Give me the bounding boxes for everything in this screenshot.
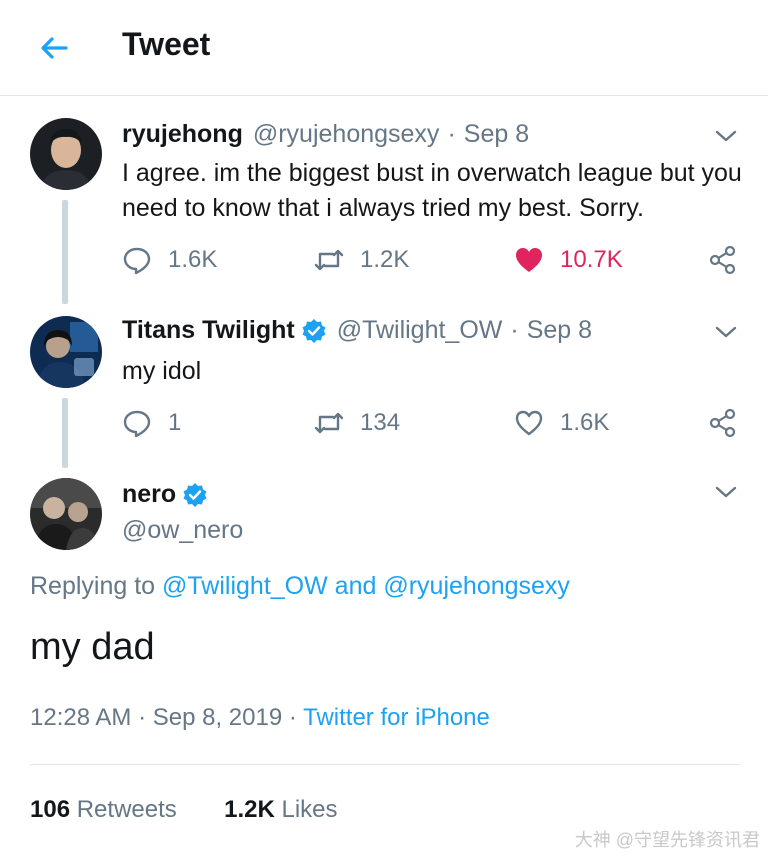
separator-dot: · (288, 704, 304, 731)
like-count: 10.7K (560, 246, 623, 273)
reply-button[interactable]: 1.6K (122, 245, 217, 275)
tweet-text: I agree. im the biggest bust in overwatc… (122, 159, 742, 222)
tweet-header: ryujehong @ryujehongsexy · Sep 8 (122, 120, 529, 149)
heart-filled-icon (516, 248, 542, 272)
reply-icon (123, 247, 151, 275)
mention-link[interactable]: @Twilight_OW (162, 572, 328, 600)
display-name[interactable]: nero (122, 480, 176, 509)
mention-link[interactable]: @ryujehongsexy (383, 572, 570, 600)
user-handle[interactable]: @ryujehongsexy (253, 120, 440, 149)
tweet-actions: 1 134 1.6K (122, 408, 742, 442)
tweet-text: my idol (122, 357, 202, 385)
tweet-time[interactable]: 12:28 AM (30, 704, 131, 731)
reply-count: 1 (168, 409, 182, 436)
heart-outline-icon (515, 410, 543, 436)
thread-line (62, 398, 68, 468)
tweet-meta: 12:28 AM · Sep 8, 2019 · Twitter for iPh… (30, 704, 490, 732)
top-bar: Tweet (0, 0, 768, 96)
divider (30, 764, 740, 765)
retweet-button[interactable]: 134 (314, 408, 400, 438)
retweet-count: 134 (360, 409, 401, 436)
tweet-header: nero (122, 480, 218, 509)
user-handle[interactable]: @Twilight_OW (337, 316, 503, 345)
reply-button[interactable]: 1 (122, 408, 181, 438)
replying-and[interactable]: and (335, 572, 377, 600)
likes-stat[interactable]: 1.2K Likes (224, 796, 337, 823)
retweet-button[interactable]: 1.2K (314, 245, 409, 275)
reply-count: 1.6K (168, 246, 218, 273)
display-name[interactable]: Titans Twilight (122, 316, 295, 345)
like-button[interactable]: 10.7K (514, 245, 623, 275)
watermark: 大神 @守望先锋资讯君 (574, 830, 760, 850)
tweet-actions: 1.6K 1.2K 10.7K (122, 245, 742, 279)
avatar[interactable] (30, 118, 102, 190)
tweet-stats: 106 Retweets 1.2K Likes (30, 796, 338, 824)
avatar[interactable] (30, 316, 102, 388)
share-icon (709, 245, 736, 275)
replying-prefix: Replying to (30, 572, 156, 600)
like-count: 1.6K (560, 409, 610, 436)
separator-dot: · (138, 704, 153, 731)
retweet-icon (314, 249, 344, 271)
tweet-source[interactable]: Twitter for iPhone (303, 704, 490, 731)
retweet-count: 1.2K (360, 246, 410, 273)
share-button[interactable] (708, 408, 754, 438)
verified-badge-icon (302, 318, 326, 343)
tweet-header: Titans Twilight @Twilight_OW · Sep 8 (122, 316, 592, 345)
user-handle[interactable]: @ow_nero (122, 516, 243, 545)
separator-dot: · (510, 316, 519, 344)
chevron-down-icon[interactable] (714, 324, 738, 340)
back-arrow-icon[interactable] (36, 30, 72, 66)
avatar[interactable] (30, 478, 102, 550)
tweet-date[interactable]: Sep 8 (464, 120, 529, 149)
tweet-full-date[interactable]: Sep 8, 2019 (153, 704, 282, 731)
display-name[interactable]: ryujehong (122, 120, 243, 149)
tweet-text: my dad (30, 626, 155, 668)
page-title: Tweet (122, 26, 211, 62)
replying-to: Replying to @Twilight_OW and @ryujehongs… (30, 572, 570, 601)
thread-line (62, 200, 68, 304)
retweets-stat[interactable]: 106 Retweets (30, 796, 177, 823)
share-button[interactable] (708, 245, 754, 275)
chevron-down-icon[interactable] (714, 484, 738, 500)
retweet-icon (314, 412, 344, 434)
verified-badge-icon (183, 482, 207, 507)
separator-dot: · (447, 120, 456, 148)
reply-icon (123, 410, 151, 438)
chevron-down-icon[interactable] (714, 128, 738, 144)
tweet-date[interactable]: Sep 8 (527, 316, 592, 345)
share-icon (709, 408, 736, 438)
like-button[interactable]: 1.6K (514, 408, 609, 438)
